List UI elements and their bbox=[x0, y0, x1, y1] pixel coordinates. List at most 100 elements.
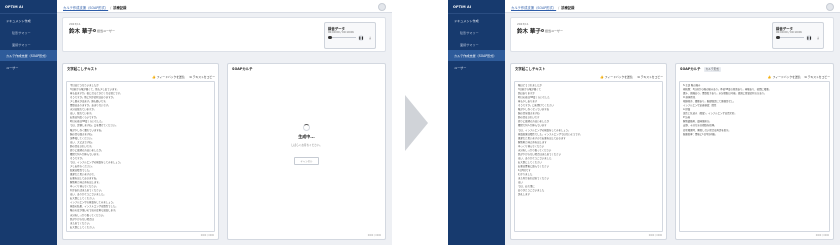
soap-feedback-button[interactable]: 👍フィードバックを送信 bbox=[768, 75, 801, 79]
transcript-actions: 👍フィードバックを送信 ⧉テキストをコピー bbox=[148, 75, 215, 79]
soap-title: SOAPカルテ bbox=[232, 66, 253, 71]
soap-format-tab[interactable]: カルテ形式 bbox=[703, 66, 721, 72]
soap-text-area[interactable]: S:主訴 喉の痛み 現病歴：3日前から喉の痛みあり。昨夜38度の発熱あり。咳嗽あり… bbox=[679, 81, 830, 232]
sidebar-item-summary-1[interactable]: 陰影サマリー bbox=[0, 26, 57, 38]
recording-knob[interactable] bbox=[776, 35, 780, 40]
recording-title: 録音データ bbox=[328, 26, 345, 31]
breadcrumb-current: 診療記録 bbox=[113, 5, 127, 10]
loading-title: 生成中... bbox=[298, 134, 315, 139]
breadcrumb: カルテ作成支援（SOAP形式） / 診療記録 bbox=[505, 0, 840, 13]
loading-subtitle: しばらくお待ちください。 bbox=[290, 144, 323, 147]
patient-card: 2023/11 鈴木 華子 担当ユーザー 録音データ 00:00:00 / 00… bbox=[62, 17, 386, 52]
sidebar-item-users[interactable]: ユーザー bbox=[0, 61, 57, 73]
recording-player: 録音データ 00:00:00 / 00:19:06 ❚❚ ⤓ bbox=[772, 22, 824, 49]
recording-time: 00:00:00 / 00:19:06 bbox=[776, 31, 802, 34]
sidebar-item-summary-1[interactable]: 陰影サマリー bbox=[448, 26, 505, 38]
sidebar: OPTiM AI ドキュメント作成 陰影サマリー 面接サマリー カルテ作成支援（… bbox=[448, 0, 505, 245]
thumbs-up-icon: 👍 bbox=[767, 75, 772, 79]
breadcrumb-link[interactable]: カルテ作成支援（SOAP形式） bbox=[511, 6, 556, 10]
breadcrumb-current: 診療記録 bbox=[561, 5, 575, 10]
transcript-panel: 文字起こしテキスト 👍フィードバックを送信 ⧉テキストをコピー 喉はどうされまし… bbox=[510, 63, 667, 240]
soap-count: 0000 / 0000 bbox=[815, 234, 829, 237]
feedback-label: フィードバックを送信 bbox=[604, 75, 633, 79]
doctor-label: 担当ユーザー bbox=[93, 29, 115, 33]
brand-logo: OPTiM AI bbox=[448, 0, 505, 14]
soap-actions: 👍フィードバックを送信 ⧉テキストをコピー bbox=[764, 75, 830, 79]
soap-panel: SOAPカルテ 生成中... しばらくお待ちください。キャンセル 0000 / 00… bbox=[227, 63, 386, 240]
breadcrumb-link[interactable]: カルテ作成支援（SOAP形式） bbox=[63, 6, 108, 10]
patient-id: 2023/11 bbox=[69, 22, 81, 26]
recording-time: 00:00:00 / 00:19:06 bbox=[328, 31, 354, 34]
doctor-icon bbox=[93, 29, 96, 32]
sidebar-item-document[interactable]: ドキュメント作成 bbox=[448, 14, 505, 26]
transcript-title: 文字起こしテキスト bbox=[515, 67, 546, 71]
copy-icon: ⧉ bbox=[637, 75, 640, 79]
copy-text-button[interactable]: ⧉テキストをコピー bbox=[638, 75, 663, 79]
sidebar-item-summary-2[interactable]: 面接サマリー bbox=[448, 38, 505, 50]
soap-panel: SOAPカルテ カルテ形式 👍フィードバックを送信 ⧉テキストをコピー S:主訴 喉の… bbox=[675, 63, 834, 240]
sidebar: OPTiM AI ドキュメント作成 陰影サマリー 面接サマリー カルテ作成支援（… bbox=[0, 0, 57, 245]
recording-track[interactable] bbox=[328, 37, 356, 38]
soap-title: SOAPカルテ カルテ形式 bbox=[680, 66, 721, 72]
doctor-icon bbox=[541, 29, 544, 32]
transcript-count: 0000 / 0000 bbox=[200, 234, 214, 237]
sidebar-item-summary-2[interactable]: 面接サマリー bbox=[0, 38, 57, 50]
user-avatar[interactable] bbox=[378, 2, 386, 11]
sidebar-item-document[interactable]: ドキュメント作成 bbox=[0, 14, 57, 26]
transcript-line: お大事にしてください。 bbox=[70, 225, 97, 229]
user-avatar[interactable] bbox=[826, 2, 834, 11]
recording-knob[interactable] bbox=[328, 35, 332, 40]
patient-card: 2023/11 鈴木 華子 担当ユーザー 録音データ 00:00:00 / 00… bbox=[510, 17, 834, 52]
feedback-button[interactable]: 👍フィードバックを送信 bbox=[152, 75, 185, 79]
soap-line: 服薬指導：食後に1日3回内服。 bbox=[683, 132, 718, 136]
copy-label: テキストをコピー bbox=[192, 75, 215, 79]
recording-track[interactable] bbox=[776, 37, 804, 38]
doctor-name: 担当ユーザー bbox=[97, 28, 115, 33]
soap-title-text: SOAPカルテ bbox=[680, 67, 701, 71]
breadcrumb-separator: / bbox=[558, 5, 560, 10]
patient-id: 2023/11 bbox=[517, 22, 529, 26]
sidebar-item-soap[interactable]: カルテ作成支援（SOAP形式） bbox=[0, 50, 57, 61]
recording-player: 録音データ 00:00:00 / 00:19:06 ❚❚ ⤓ bbox=[324, 22, 376, 49]
doctor-name: 担当ユーザー bbox=[545, 28, 563, 33]
cancel-button[interactable]: キャンセル bbox=[293, 157, 320, 165]
transition-arrow bbox=[405, 95, 428, 151]
copy-text-button[interactable]: ⧉テキストをコピー bbox=[190, 75, 215, 79]
transcript-actions: 👍フィードバックを送信 ⧉テキストをコピー bbox=[596, 75, 663, 79]
soap-copy-label: テキストをコピー bbox=[807, 75, 830, 79]
soap-loading: 生成中... しばらくお待ちください。キャンセル bbox=[228, 124, 385, 166]
patient-name: 鈴木 華子 bbox=[517, 29, 541, 35]
thumbs-up-icon: 👍 bbox=[599, 75, 604, 79]
feedback-label: フィードバックを送信 bbox=[156, 75, 185, 79]
copy-icon: ⧉ bbox=[804, 75, 807, 79]
transcript-text-area[interactable]: 今日はどうなさいましたか 3日前から喉が痛くて、熱も少し出ています。 咳も出ますか。… bbox=[66, 81, 215, 232]
download-icon[interactable]: ⤓ bbox=[815, 35, 821, 41]
copy-icon: ⧉ bbox=[189, 75, 192, 79]
sidebar-item-users[interactable]: ユーザー bbox=[448, 61, 505, 73]
doctor-label: 担当ユーザー bbox=[541, 29, 563, 33]
transcript-count: 0000 / 0000 bbox=[648, 234, 662, 237]
soap-count: 0000 / 0000 bbox=[367, 234, 381, 237]
transcript-text-area[interactable]: 喉はどうされましたか 3日前から喉が痛くて 熱はありますか 昨日の夜は38度くらいでし… bbox=[514, 81, 663, 232]
pause-icon[interactable]: ❚❚ bbox=[806, 35, 812, 41]
download-icon[interactable]: ⤓ bbox=[367, 35, 373, 41]
transcript-panel: 文字起こしテキスト 👍フィードバックを送信 ⧉テキストをコピー 今日はどうなさい… bbox=[62, 63, 219, 240]
sidebar-item-soap[interactable]: カルテ作成支援（SOAP形式） bbox=[448, 50, 505, 61]
thumbs-up-icon: 👍 bbox=[151, 75, 156, 79]
recording-title: 録音データ bbox=[776, 26, 793, 31]
brand-logo: OPTiM AI bbox=[0, 0, 57, 14]
loading-spinner-icon bbox=[303, 124, 310, 131]
breadcrumb-separator: / bbox=[110, 5, 112, 10]
soap-title-text: SOAPカルテ bbox=[232, 67, 253, 71]
feedback-button[interactable]: 👍フィードバックを送信 bbox=[600, 75, 633, 79]
transcript-line: 失礼します bbox=[518, 193, 530, 197]
screen-after: OPTiM AI ドキュメント作成 陰影サマリー 面接サマリー カルテ作成支援（… bbox=[448, 0, 840, 245]
copy-label: テキストをコピー bbox=[640, 75, 663, 79]
patient-name: 鈴木 華子 bbox=[69, 29, 93, 35]
breadcrumb: カルテ作成支援（SOAP形式） / 診療記録 bbox=[57, 0, 392, 13]
screen-before: OPTiM AI ドキュメント作成 陰影サマリー 面接サマリー カルテ作成支援（… bbox=[0, 0, 392, 245]
soap-feedback-label: フィードバックを送信 bbox=[772, 75, 801, 79]
pause-icon[interactable]: ❚❚ bbox=[358, 35, 364, 41]
soap-copy-button[interactable]: ⧉テキストをコピー bbox=[805, 75, 830, 79]
transcript-title: 文字起こしテキスト bbox=[67, 67, 98, 71]
